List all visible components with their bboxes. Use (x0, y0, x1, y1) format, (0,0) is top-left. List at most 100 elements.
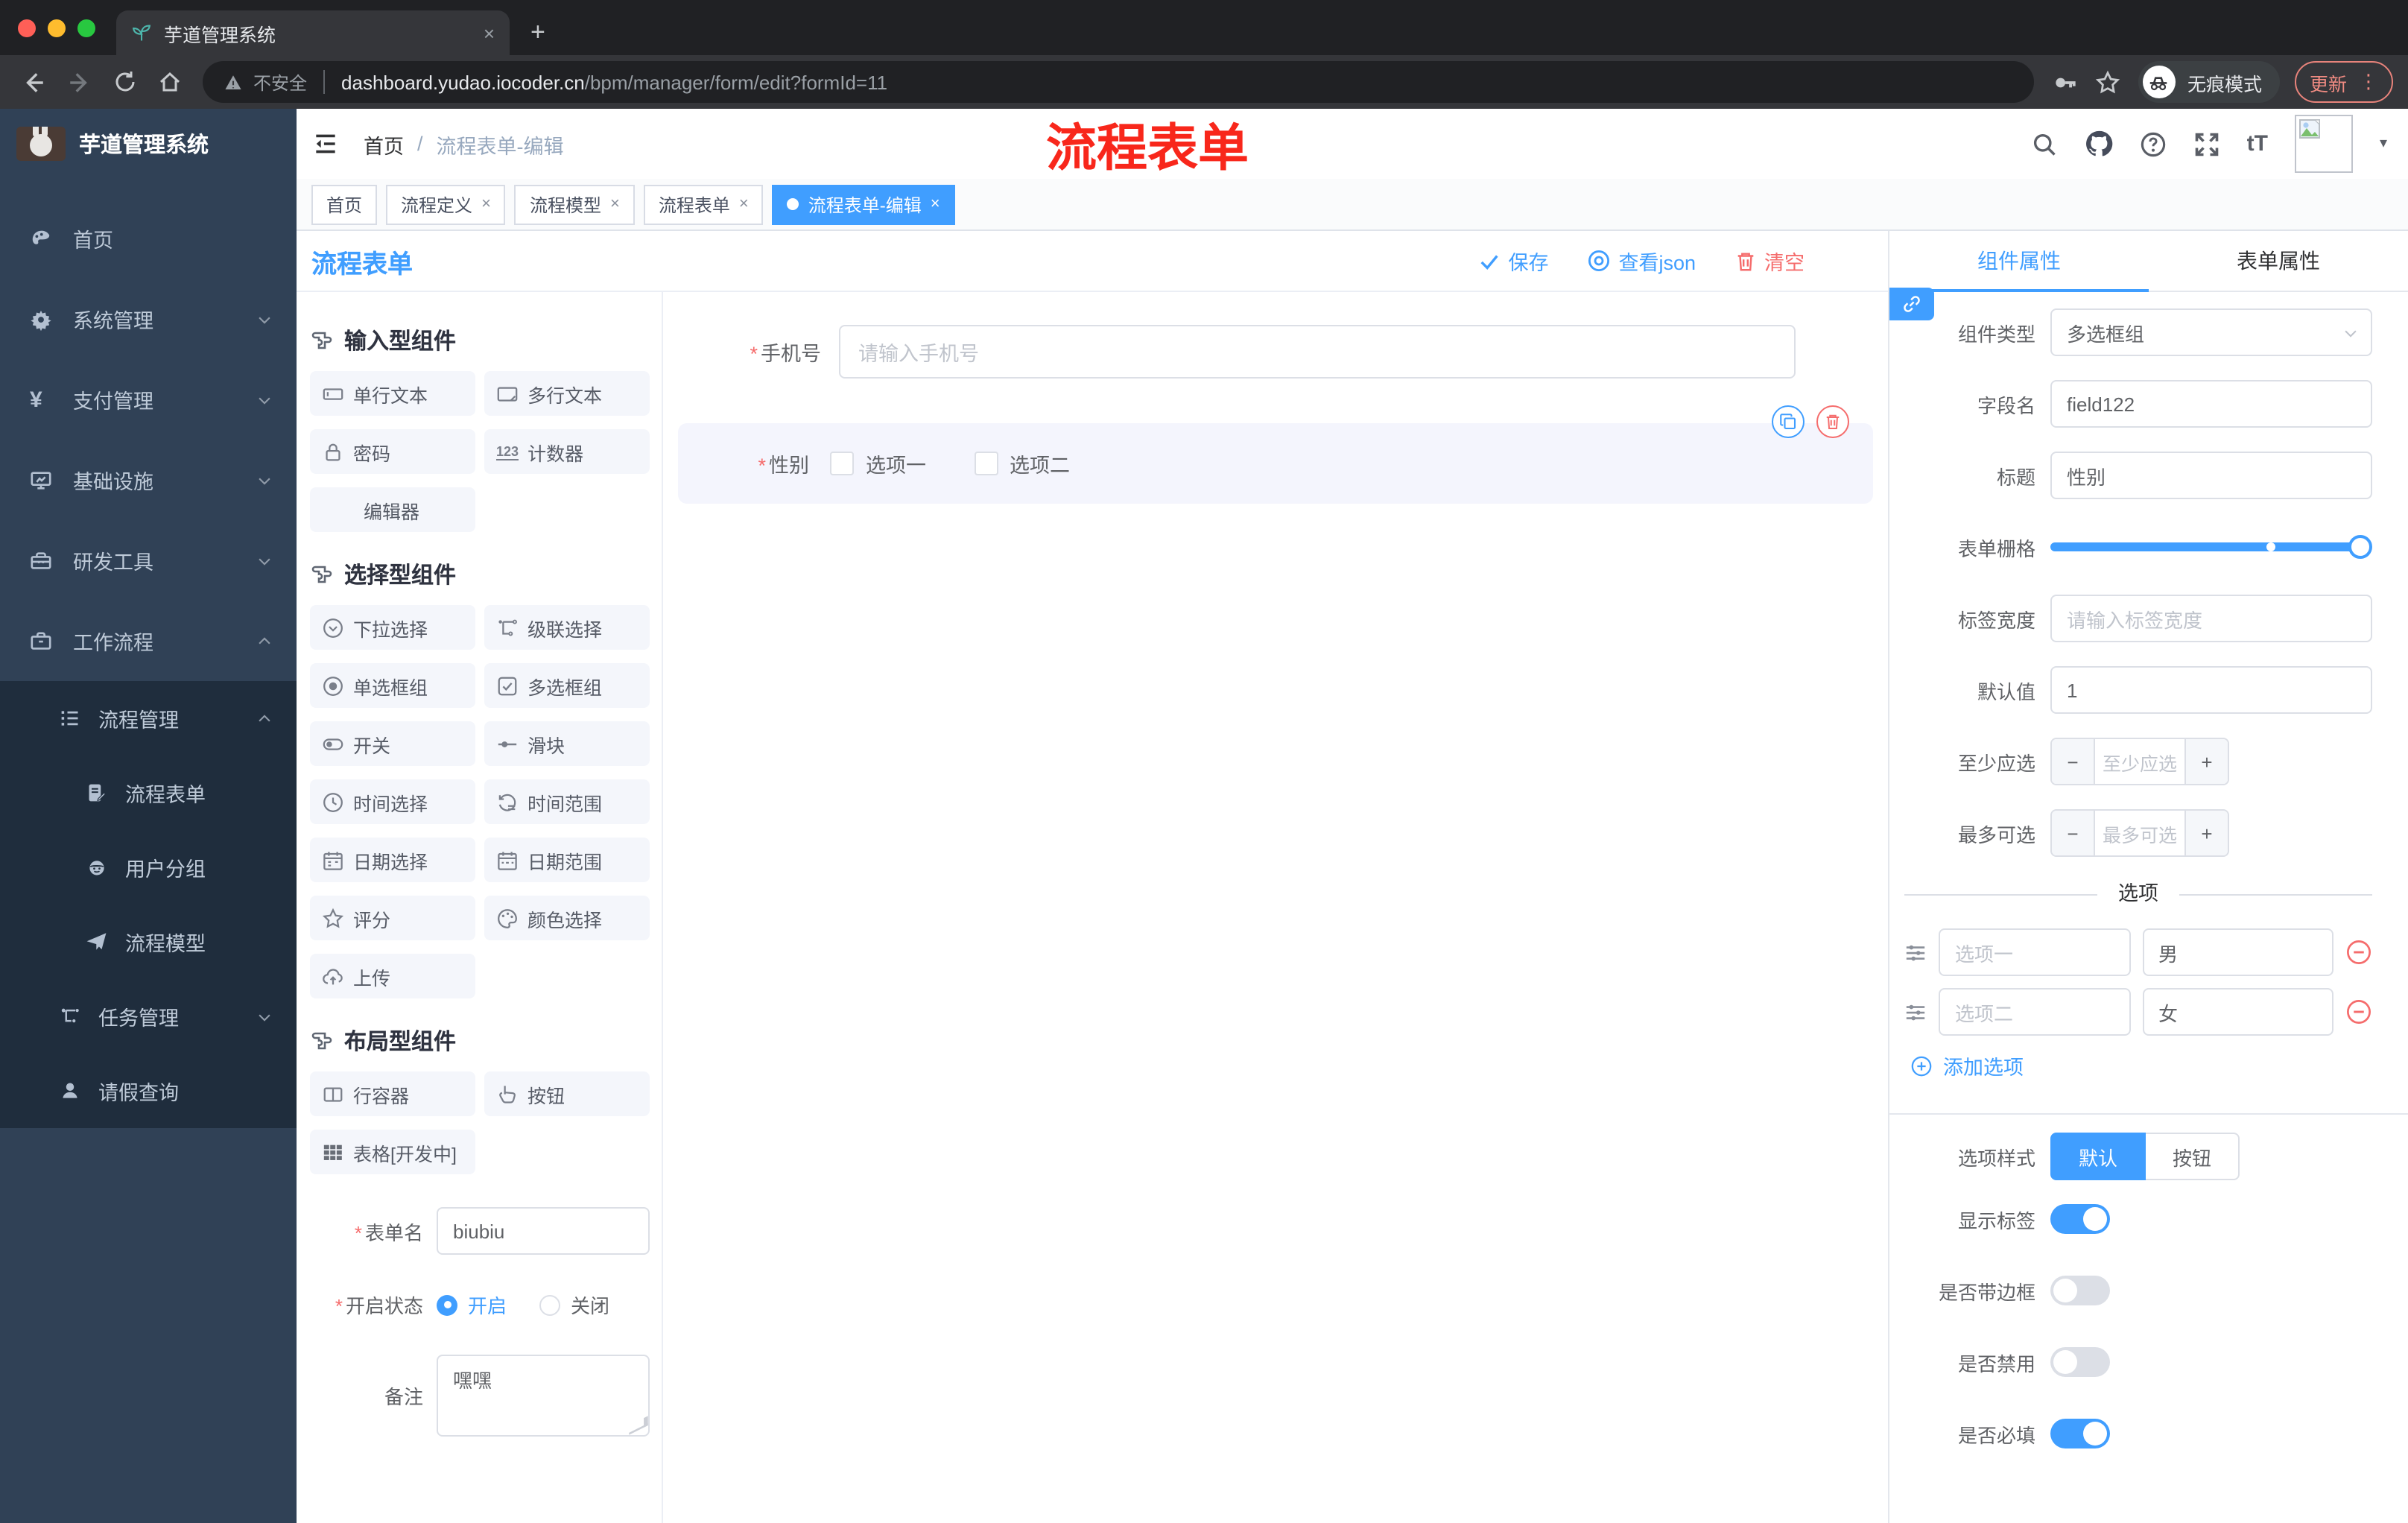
palette-item-radio-group[interactable]: 单选框组 (310, 663, 475, 708)
checkbox[interactable] (830, 452, 854, 475)
sidebar-item-infra[interactable]: 基础设施 (0, 440, 297, 520)
bookmark-star-icon[interactable] (2095, 69, 2120, 95)
github-icon[interactable] (2085, 130, 2113, 158)
add-option-button[interactable]: 添加选项 (1910, 1048, 2372, 1083)
close-icon[interactable]: × (739, 195, 749, 213)
save-button[interactable]: 保存 (1478, 246, 1548, 276)
url-bar[interactable]: 不安全 dashboard.yudao.iocoder.cn/bpm/manag… (203, 61, 2034, 103)
back-icon[interactable] (21, 69, 46, 95)
form-grid-slider[interactable] (2050, 535, 2372, 559)
sidebar-item-system[interactable]: 系统管理 (0, 279, 297, 359)
option-value-input[interactable]: 女 (2142, 988, 2333, 1036)
update-button[interactable]: 更新 ⋮ (2294, 61, 2393, 103)
palette-item-upload[interactable]: 上传 (310, 954, 475, 998)
tab-component-props[interactable]: 组件属性 (1889, 231, 2149, 291)
show-label-switch[interactable] (2050, 1204, 2110, 1234)
sidebar-item-task-mgmt[interactable]: 任务管理 (0, 979, 297, 1054)
required-switch[interactable] (2050, 1419, 2110, 1448)
close-window-icon[interactable] (18, 19, 36, 37)
palette-item-row-container[interactable]: 行容器 (310, 1071, 475, 1116)
maximize-window-icon[interactable] (77, 19, 95, 37)
palette-item-time-range[interactable]: 时间范围 (484, 779, 650, 824)
form-name-input[interactable]: biubiu (437, 1207, 650, 1255)
option-label-input[interactable]: 选项一 (1939, 928, 2130, 976)
min-select-stepper[interactable]: − 至少应选 + (2050, 738, 2229, 785)
minimize-window-icon[interactable] (48, 19, 66, 37)
drag-handle-icon[interactable] (1904, 941, 1927, 963)
canvas-field-phone[interactable]: * 手机号 请输入手机号 (678, 325, 1796, 379)
collapse-sidebar-icon[interactable] (311, 130, 340, 158)
tag-process-model[interactable]: 流程模型 × (514, 184, 635, 224)
sidebar-item-leave-query[interactable]: 请假查询 (0, 1054, 297, 1128)
palette-item-switch[interactable]: 开关 (310, 721, 475, 766)
help-icon[interactable] (2140, 130, 2167, 157)
palette-item-time-picker[interactable]: 时间选择 (310, 779, 475, 824)
palette-item-color-picker[interactable]: 颜色选择 (484, 896, 650, 940)
field-name-input[interactable]: field122 (2050, 380, 2372, 428)
traffic-lights[interactable] (0, 0, 116, 55)
disabled-switch[interactable] (2050, 1347, 2110, 1377)
gender-option-1[interactable]: 选项一 (830, 449, 926, 478)
palette-item-rate[interactable]: 评分 (310, 896, 475, 940)
avatar[interactable] (2294, 115, 2353, 173)
font-size-icon[interactable]: tT (2247, 131, 2268, 156)
close-icon[interactable]: × (610, 195, 620, 213)
increase-button[interactable]: + (2184, 811, 2228, 855)
palette-item-editor[interactable]: 编辑器 (310, 487, 475, 532)
phone-input[interactable]: 请输入手机号 (839, 325, 1796, 379)
palette-item-cascader[interactable]: 级联选择 (484, 605, 650, 650)
browser-tab[interactable]: 芋道管理系统 × (116, 10, 510, 55)
component-type-select[interactable]: 多选框组 (2050, 308, 2372, 356)
sidebar-item-workflow[interactable]: 工作流程 (0, 601, 297, 681)
option-label-input[interactable]: 选项二 (1939, 988, 2130, 1036)
remove-option-button[interactable] (2345, 998, 2372, 1025)
copy-widget-button[interactable] (1772, 405, 1805, 438)
data-binding-tag[interactable] (1889, 288, 1934, 320)
palette-item-single-text[interactable]: 单行文本 (310, 371, 475, 416)
canvas-field-gender-selected[interactable]: * 性别 选项一 选项二 (678, 405, 1873, 504)
option-value-input[interactable]: 男 (2142, 928, 2333, 976)
fullscreen-icon[interactable] (2193, 130, 2220, 157)
form-remark-textarea[interactable]: 嘿嘿 (437, 1355, 650, 1437)
form-canvas[interactable]: * 手机号 请输入手机号 * 性别 选项一 选项二 (663, 292, 1888, 1523)
logo[interactable]: 芋道管理系统 (0, 109, 297, 179)
forward-icon[interactable] (67, 69, 92, 95)
border-switch[interactable] (2050, 1276, 2110, 1305)
tag-process-definition[interactable]: 流程定义 × (386, 184, 506, 224)
default-value-input[interactable]: 1 (2050, 666, 2372, 714)
sidebar-item-process-mgmt[interactable]: 流程管理 (0, 681, 297, 756)
sidebar-item-payment[interactable]: ¥ 支付管理 (0, 359, 297, 440)
max-select-value[interactable]: 最多可选 (2095, 811, 2184, 855)
status-off-radio[interactable] (539, 1294, 561, 1315)
status-off-label[interactable]: 关闭 (571, 1291, 609, 1319)
status-on-label[interactable]: 开启 (468, 1291, 507, 1319)
tag-process-form[interactable]: 流程表单 × (643, 184, 764, 224)
tag-process-form-edit[interactable]: 流程表单-编辑 × (772, 184, 955, 224)
style-default-button[interactable]: 默认 (2050, 1133, 2146, 1180)
new-tab-button[interactable]: + (530, 18, 545, 48)
palette-item-slider[interactable]: 滑块 (484, 721, 650, 766)
palette-item-counter[interactable]: 123 计数器 (484, 429, 650, 474)
title-input[interactable]: 性别 (2050, 452, 2372, 499)
avatar-caret-icon[interactable]: ▾ (2380, 136, 2387, 152)
palette-item-select[interactable]: 下拉选择 (310, 605, 475, 650)
close-icon[interactable]: × (481, 195, 491, 213)
search-icon[interactable] (2031, 130, 2058, 157)
slider-handle[interactable] (2348, 535, 2372, 559)
sidebar-item-devtools[interactable]: 研发工具 (0, 520, 297, 601)
min-select-value[interactable]: 至少应选 (2095, 739, 2184, 784)
browser-menu-icon[interactable]: ⋮ (2359, 70, 2378, 94)
tag-home[interactable]: 首页 (311, 184, 378, 224)
palette-item-password[interactable]: 密码 (310, 429, 475, 474)
palette-item-date-range[interactable]: 日期范围 (484, 838, 650, 882)
increase-button[interactable]: + (2184, 739, 2228, 784)
decrease-button[interactable]: − (2052, 811, 2095, 855)
home-icon[interactable] (158, 70, 182, 94)
reload-icon[interactable] (113, 70, 137, 94)
sidebar-item-process-form[interactable]: 流程表单 (0, 756, 297, 830)
tab-close-icon[interactable]: × (484, 22, 495, 44)
passkey-icon[interactable] (2052, 69, 2077, 95)
gender-option-2[interactable]: 选项二 (974, 449, 1070, 478)
label-width-input[interactable]: 请输入标签宽度 (2050, 595, 2372, 642)
palette-item-date-picker[interactable]: 日期选择 (310, 838, 475, 882)
